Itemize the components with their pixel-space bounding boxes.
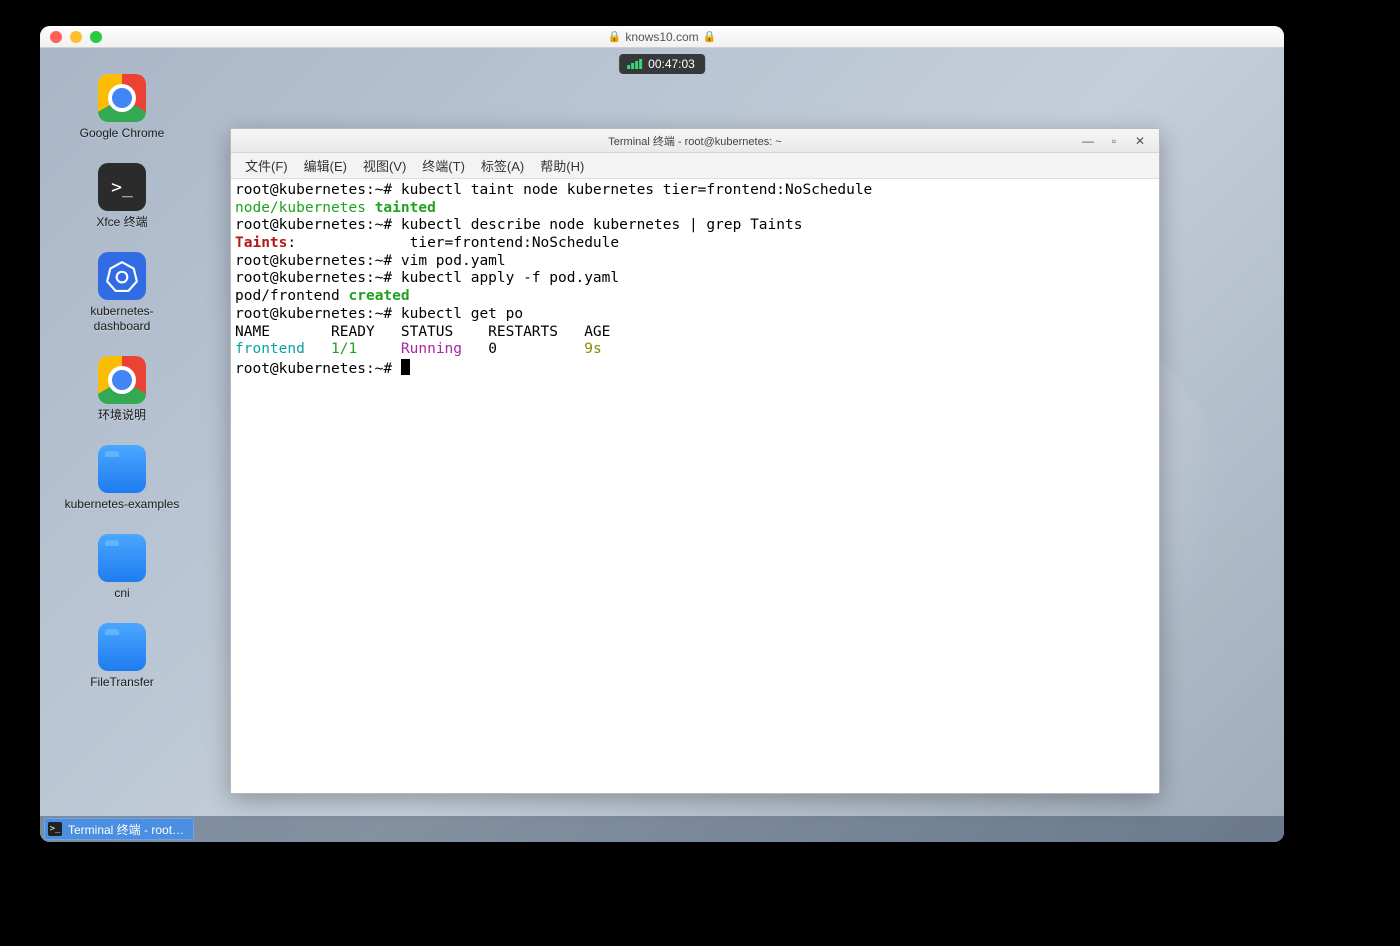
remote-desktop[interactable]: 00:47:03 Google Chrome Xfce 终端 kubernete… <box>40 48 1284 842</box>
pod-ready: 1/1 <box>331 341 357 357</box>
traffic-lights <box>50 31 102 43</box>
prompt: root@kubernetes:~# <box>235 182 392 198</box>
desktop-icon-filetransfer[interactable]: FileTransfer <box>62 623 182 690</box>
terminal-titlebar[interactable]: Terminal 终端 - root@kubernetes: ~ — ▫ ✕ <box>231 129 1159 153</box>
icon-label: FileTransfer <box>90 675 154 690</box>
command: kubectl apply -f pod.yaml <box>401 270 619 286</box>
taskbar-item-terminal[interactable]: >_ Terminal 终端 - root… <box>44 818 194 840</box>
recorder-time: 00:47:03 <box>648 57 695 71</box>
close-button[interactable]: ✕ <box>1127 129 1153 152</box>
folder-icon <box>98 445 146 493</box>
prompt: root@kubernetes:~# <box>235 270 392 286</box>
terminal-window[interactable]: Terminal 终端 - root@kubernetes: ~ — ▫ ✕ 文… <box>230 128 1160 794</box>
prompt: root@kubernetes:~# <box>235 361 392 377</box>
browser-url: 🔒 knows10.com 🔒 <box>608 30 717 44</box>
prompt: root@kubernetes:~# <box>235 253 392 269</box>
pod-status: Running <box>401 341 462 357</box>
menu-edit[interactable]: 编辑(E) <box>296 152 355 179</box>
lock-icon: 🔒 <box>608 30 622 43</box>
folder-icon <box>98 623 146 671</box>
pod-restarts: 0 <box>488 341 497 357</box>
recorder-badge: 00:47:03 <box>619 54 705 74</box>
icon-label: Xfce 终端 <box>96 215 147 230</box>
taskbar-item-label: Terminal 终端 - root… <box>68 821 184 838</box>
output: Taints <box>235 235 287 251</box>
url-text: knows10.com <box>625 30 698 44</box>
output: : tier=frontend:NoSchedule <box>287 235 619 251</box>
terminal-icon: >_ <box>48 822 62 836</box>
output: created <box>349 288 410 304</box>
minimize-button[interactable]: — <box>1075 129 1101 152</box>
desktop-icon-k8s-examples[interactable]: kubernetes-examples <box>62 445 182 512</box>
menu-tabs[interactable]: 标签(A) <box>473 152 532 179</box>
desktop-icon-cni[interactable]: cni <box>62 534 182 601</box>
terminal-body[interactable]: root@kubernetes:~# kubectl taint node ku… <box>231 179 1159 793</box>
signal-icon <box>627 59 642 69</box>
command: kubectl taint node kubernetes tier=front… <box>401 182 872 198</box>
cursor <box>401 359 410 375</box>
maximize-button[interactable]: ▫ <box>1101 129 1127 152</box>
menu-view[interactable]: 视图(V) <box>355 152 414 179</box>
desktop-icon-k8s-dashboard[interactable]: kubernetes-dashboard <box>62 252 182 334</box>
icon-label: cni <box>114 586 129 601</box>
chrome-icon <box>98 74 146 122</box>
prompt: root@kubernetes:~# <box>235 306 392 322</box>
menu-terminal[interactable]: 终端(T) <box>414 152 473 179</box>
pod-name: frontend <box>235 341 305 357</box>
icon-label: kubernetes-dashboard <box>62 304 182 334</box>
kubernetes-icon <box>98 252 146 300</box>
close-button[interactable] <box>50 31 62 43</box>
table-header: NAME READY STATUS RESTARTS AGE <box>235 324 610 340</box>
window-controls: — ▫ ✕ <box>1075 129 1153 152</box>
zoom-button[interactable] <box>90 31 102 43</box>
chrome-icon <box>98 356 146 404</box>
desktop-icon-xfce-terminal[interactable]: Xfce 终端 <box>62 163 182 230</box>
desktop-icon-env[interactable]: 环境说明 <box>62 356 182 423</box>
icon-label: Google Chrome <box>80 126 165 141</box>
output: pod/frontend <box>235 288 349 304</box>
minimize-button[interactable] <box>70 31 82 43</box>
desktop-icons: Google Chrome Xfce 终端 kubernetes-dashboa… <box>62 74 182 690</box>
terminal-icon <box>98 163 146 211</box>
menu-file[interactable]: 文件(F) <box>237 152 296 179</box>
menu-help[interactable]: 帮助(H) <box>532 152 592 179</box>
command: kubectl describe node kubernetes | grep … <box>401 217 803 233</box>
prompt: root@kubernetes:~# <box>235 217 392 233</box>
icon-label: kubernetes-examples <box>65 497 180 512</box>
command: vim pod.yaml <box>401 253 506 269</box>
lock-icon: 🔒 <box>703 30 717 43</box>
taskbar[interactable]: >_ Terminal 终端 - root… <box>40 816 1284 842</box>
output: node/kubernetes <box>235 200 375 216</box>
terminal-menubar: 文件(F) 编辑(E) 视图(V) 终端(T) 标签(A) 帮助(H) <box>231 153 1159 179</box>
icon-label: 环境说明 <box>98 408 146 423</box>
browser-window: 🔒 knows10.com 🔒 00:47:03 Google Chrome X… <box>40 26 1284 842</box>
pod-age: 9s <box>584 341 601 357</box>
command: kubectl get po <box>401 306 523 322</box>
output: tainted <box>375 200 436 216</box>
desktop-icon-chrome[interactable]: Google Chrome <box>62 74 182 141</box>
terminal-title: Terminal 终端 - root@kubernetes: ~ <box>608 133 781 149</box>
browser-titlebar: 🔒 knows10.com 🔒 <box>40 26 1284 48</box>
folder-icon <box>98 534 146 582</box>
